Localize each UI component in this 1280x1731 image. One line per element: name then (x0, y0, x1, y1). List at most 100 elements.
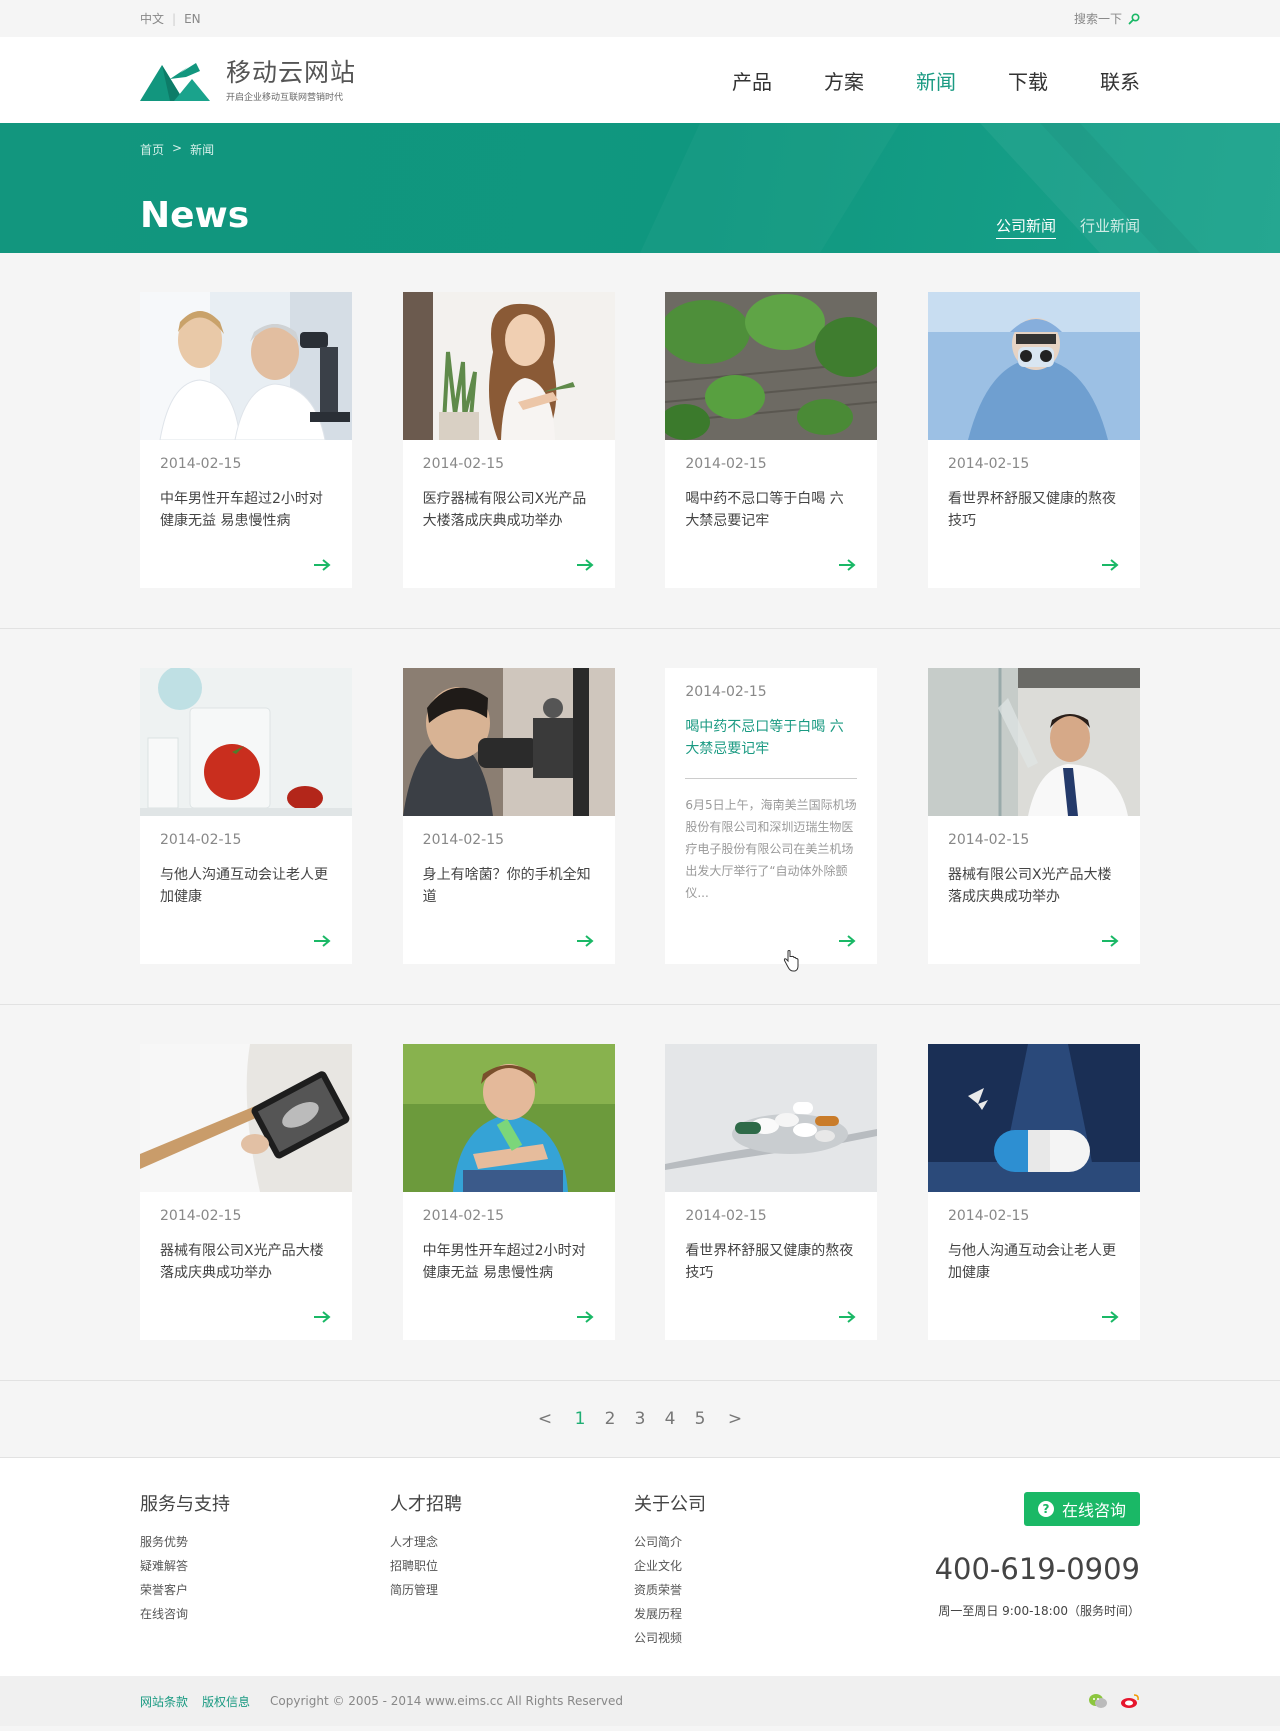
hand-cursor-icon (784, 950, 799, 972)
nav-item-solutions[interactable]: 方案 (824, 66, 864, 95)
arrow-right-icon[interactable] (312, 934, 332, 948)
news-date: 2014-02-15 (160, 1208, 242, 1224)
news-thumbnail-woman (402, 292, 615, 440)
nav-item-download[interactable]: 下载 (1008, 66, 1048, 95)
news-category-tabs: 公司新闻 行业新闻 (995, 215, 1140, 239)
news-title[interactable]: 与他人沟通互动会让老人更加健康 (948, 1240, 1120, 1284)
footer-link[interactable]: 在线咨询 (140, 1602, 390, 1626)
top-bar: 中文 | EN 搜索一下 (0, 0, 1280, 37)
arrow-right-icon[interactable] (312, 558, 332, 572)
pagination-page-4[interactable]: 4 (655, 1409, 685, 1429)
top-search[interactable]: 搜索一下 (1074, 10, 1140, 27)
page-title: News (140, 195, 250, 236)
footer-col-service: 服务与支持 服务优势 疑难解答 荣誉客户 在线咨询 (140, 1490, 390, 1676)
footer-link[interactable]: 荣誉客户 (140, 1578, 390, 1602)
news-title[interactable]: 身上有啥菌？你的手机全知道 (423, 864, 595, 908)
arrow-right-icon[interactable] (1100, 1310, 1120, 1324)
online-consult-button[interactable]: ? 在线咨询 (1024, 1492, 1140, 1526)
news-title[interactable]: 中年男性开车超过2小时对健康无益 易患慢性病 (423, 1240, 595, 1284)
pagination-page-5[interactable]: 5 (685, 1409, 715, 1429)
news-title[interactable]: 医疗器械有限公司X光产品大楼落成庆典成功举办 (423, 488, 595, 532)
nav-item-news[interactable]: 新闻 (916, 66, 956, 95)
arrow-right-icon[interactable] (312, 1310, 332, 1324)
card-divider (685, 778, 858, 779)
lang-divider: | (172, 11, 177, 26)
news-card[interactable]: 2014-02-15 与他人沟通互动会让老人更加健康 (140, 668, 352, 964)
news-thumbnail-scientists (140, 292, 352, 440)
news-card[interactable]: 2014-02-15 看世界杯舒服又健康的熬夜技巧 (665, 1044, 878, 1340)
footer-link[interactable]: 疑难解答 (140, 1554, 390, 1578)
news-title[interactable]: 喝中药不忌口等于白喝 六大禁忌要记牢 (685, 488, 857, 532)
tab-company-news[interactable]: 公司新闻 (995, 215, 1056, 239)
footer-link[interactable]: 服务优势 (140, 1530, 390, 1554)
news-title[interactable]: 看世界杯舒服又健康的熬夜技巧 (948, 488, 1120, 532)
footer-link[interactable]: 人才理念 (390, 1530, 634, 1554)
footer-link[interactable]: 发展历程 (634, 1602, 884, 1626)
terms-link[interactable]: 网站条款 (140, 1693, 188, 1710)
news-card[interactable]: 2014-02-15 身上有啥菌？你的手机全知道 (402, 668, 615, 964)
news-date: 2014-02-15 (685, 684, 767, 700)
news-title[interactable]: 中年男性开车超过2小时对健康无益 易患慢性病 (160, 488, 332, 532)
weibo-icon[interactable] (1120, 1693, 1140, 1709)
news-thumbnail-doctor-tablet (140, 1044, 352, 1192)
arrow-right-icon[interactable] (575, 558, 595, 572)
news-card[interactable]: 2014-02-15 看世界杯舒服又健康的熬夜技巧 (927, 292, 1140, 588)
footer-link[interactable]: 公司视频 (634, 1626, 884, 1650)
pagination-prev[interactable]: < (525, 1409, 565, 1429)
pagination-page-1[interactable]: 1 (565, 1409, 595, 1429)
copyright-info-link[interactable]: 版权信息 (202, 1693, 250, 1710)
logo-mark-icon (140, 63, 210, 101)
breadcrumb-separator: > (172, 141, 183, 155)
news-date: 2014-02-15 (422, 832, 505, 848)
arrow-right-icon[interactable] (1100, 934, 1120, 948)
footer-col-jobs: 人才招聘 人才理念 招聘职位 简历管理 (390, 1490, 634, 1676)
news-card[interactable]: 2014-02-15 与他人沟通互动会让老人更加健康 (927, 1044, 1140, 1340)
footer-link[interactable]: 简历管理 (390, 1578, 634, 1602)
pagination-next[interactable]: > (715, 1409, 755, 1429)
arrow-right-icon[interactable] (837, 934, 857, 948)
logo[interactable]: 移动云网站 开启企业移动互联网营销时代 (140, 58, 356, 103)
breadcrumb-home[interactable]: 首页 (140, 141, 164, 158)
lang-cn-link[interactable]: 中文 (140, 10, 164, 27)
hotline-number: 400-619-0909 (934, 1552, 1140, 1586)
footer-link[interactable]: 招聘职位 (390, 1554, 634, 1578)
nav-item-contact[interactable]: 联系 (1100, 66, 1140, 95)
pagination: < 1 2 3 4 5 > (0, 1381, 1280, 1458)
arrow-right-icon[interactable] (837, 1310, 857, 1324)
pagination-page-3[interactable]: 3 (625, 1409, 655, 1429)
main-nav: 产品 方案 新闻 下载 联系 (732, 66, 1140, 95)
news-thumbnail-surgeon (927, 292, 1140, 440)
arrow-right-icon[interactable] (837, 558, 857, 572)
news-card[interactable]: 2014-02-15 中年男性开车超过2小时对健康无益 易患慢性病 (402, 1044, 615, 1340)
news-title[interactable]: 器械有限公司X光产品大楼落成庆典成功举办 (948, 864, 1120, 908)
wechat-icon[interactable] (1088, 1693, 1108, 1709)
site-header: 移动云网站 开启企业移动互联网营销时代 产品 方案 新闻 下载 联系 (0, 37, 1280, 123)
search-icon (1128, 12, 1140, 24)
arrow-right-icon[interactable] (575, 934, 595, 948)
news-thumbnail-pills (665, 1044, 878, 1192)
news-card-hovered[interactable]: 2014-02-15 喝中药不忌口等于白喝 六大禁忌要记牢 6月5日上午，海南美… (665, 668, 878, 972)
footer-link[interactable]: 资质荣誉 (634, 1578, 884, 1602)
news-date: 2014-02-15 (160, 456, 242, 472)
news-card[interactable]: 2014-02-15 器械有限公司X光产品大楼落成庆典成功举办 (140, 1044, 352, 1340)
news-card[interactable]: 2014-02-15 器械有限公司X光产品大楼落成庆典成功举办 (927, 668, 1140, 964)
news-title[interactable]: 看世界杯舒服又健康的熬夜技巧 (685, 1240, 857, 1284)
service-hours: 周一至周日 9:00-18:00（服务时间） (938, 1604, 1140, 1618)
arrow-right-icon[interactable] (1100, 558, 1120, 572)
pagination-page-2[interactable]: 2 (595, 1409, 625, 1429)
news-title[interactable]: 与他人沟通互动会让老人更加健康 (160, 864, 332, 908)
news-card[interactable]: 2014-02-15 医疗器械有限公司X光产品大楼落成庆典成功举办 (402, 292, 615, 588)
footer-link[interactable]: 企业文化 (634, 1554, 884, 1578)
tab-industry-news[interactable]: 行业新闻 (1080, 215, 1140, 239)
news-card[interactable]: 2014-02-15 中年男性开车超过2小时对健康无益 易患慢性病 (140, 292, 352, 588)
news-card[interactable]: 2014-02-15 喝中药不忌口等于白喝 六大禁忌要记牢 (665, 292, 878, 588)
footer-col-about: 关于公司 公司简介 企业文化 资质荣誉 发展历程 公司视频 (634, 1490, 884, 1676)
lang-en-link[interactable]: EN (184, 12, 201, 26)
news-title[interactable]: 器械有限公司X光产品大楼落成庆典成功举办 (160, 1240, 332, 1284)
arrow-right-icon[interactable] (575, 1310, 595, 1324)
nav-item-products[interactable]: 产品 (732, 66, 772, 95)
news-title[interactable]: 喝中药不忌口等于白喝 六大禁忌要记牢 (685, 716, 857, 760)
news-thumbnail-eye-exam (402, 668, 615, 816)
language-switch: 中文 | EN (140, 10, 201, 27)
footer-link[interactable]: 公司简介 (634, 1530, 884, 1554)
